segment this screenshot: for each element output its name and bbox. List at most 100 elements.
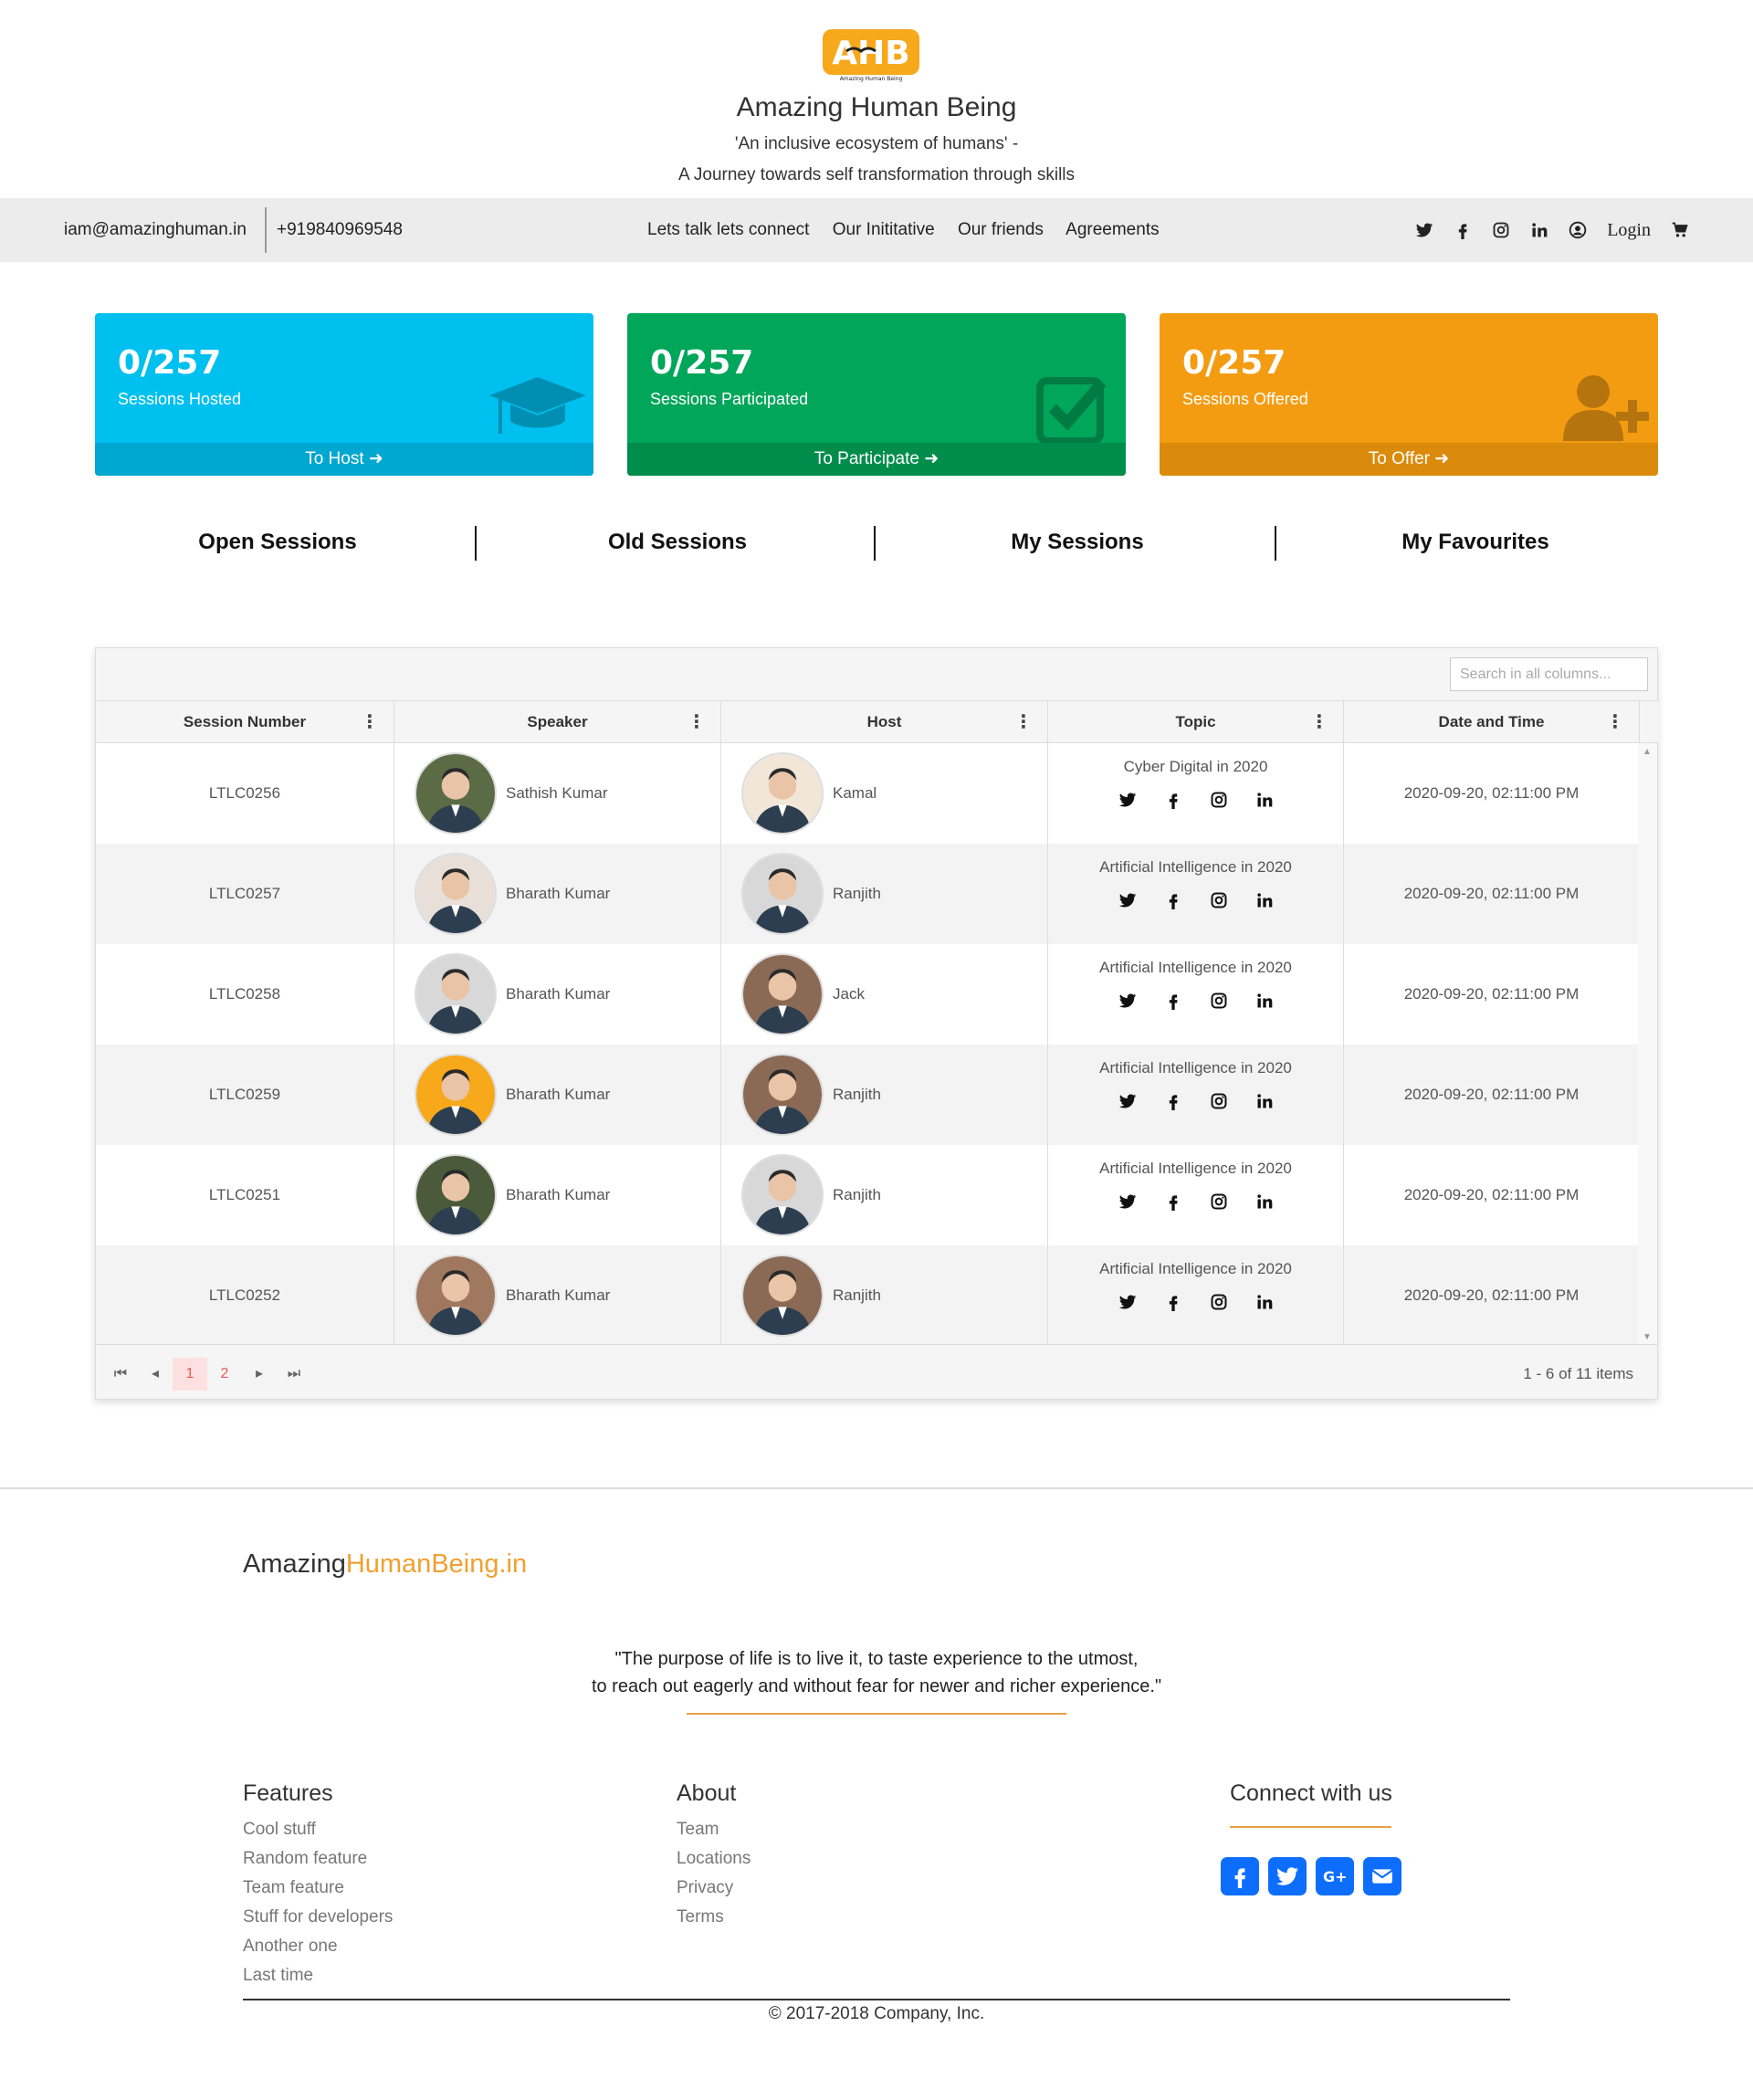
host-name[interactable]: Ranjith xyxy=(833,1286,881,1305)
about-link[interactable]: Terms xyxy=(677,1907,751,1927)
instagram-icon[interactable] xyxy=(1210,1192,1228,1211)
about-link[interactable]: Team xyxy=(677,1820,751,1840)
email-square-icon[interactable] xyxy=(1363,1857,1401,1895)
table-row[interactable]: LTLC0251 Bharath Kumar Ranjith Artificial I… xyxy=(96,1145,1640,1245)
column-menu-icon[interactable]: ⋮ xyxy=(361,701,379,743)
column-header-date-time[interactable]: Date and Time ⋮ xyxy=(1344,701,1640,743)
column-menu-icon[interactable]: ⋮ xyxy=(1310,701,1328,743)
linkedin-icon[interactable] xyxy=(1255,1192,1274,1211)
grid-search-input[interactable] xyxy=(1450,657,1648,691)
twitter-icon[interactable] xyxy=(1118,891,1137,909)
table-row[interactable]: LTLC0259 Bharath Kumar Ranjith Artificial I… xyxy=(96,1045,1640,1145)
scroll-up-icon[interactable]: ▲ xyxy=(1643,747,1652,757)
first-page-icon[interactable]: ⏮ xyxy=(103,1358,138,1391)
column-menu-icon[interactable]: ⋮ xyxy=(1014,701,1033,743)
instagram-icon[interactable] xyxy=(1210,1293,1228,1311)
linkedin-icon[interactable] xyxy=(1530,221,1548,239)
column-header-session-number[interactable]: Session Number ⋮ xyxy=(96,701,394,743)
tab-open-sessions[interactable]: Open Sessions xyxy=(95,530,460,555)
host-name[interactable]: Ranjith xyxy=(833,1186,881,1204)
session-number-cell: LTLC0258 xyxy=(96,944,394,1045)
speaker-name[interactable]: Sathish Kumar xyxy=(506,784,608,803)
column-menu-icon[interactable]: ⋮ xyxy=(688,701,706,743)
to-host-button[interactable]: To Host ➜ xyxy=(95,443,593,476)
login-link[interactable]: Login xyxy=(1607,220,1651,241)
facebook-icon[interactable] xyxy=(1164,1192,1182,1211)
speaker-name[interactable]: Bharath Kumar xyxy=(506,1086,610,1104)
twitter-icon[interactable] xyxy=(1118,1293,1137,1311)
table-row[interactable]: LTLC0252 Bharath Kumar Ranjith Artificial I… xyxy=(96,1245,1640,1346)
host-name[interactable]: Ranjith xyxy=(833,885,881,903)
speaker-name[interactable]: Bharath Kumar xyxy=(506,1186,610,1204)
linkedin-icon[interactable] xyxy=(1255,992,1274,1010)
footer-brand[interactable]: AmazingHumanBeing.in xyxy=(243,1549,527,1580)
instagram-icon[interactable] xyxy=(1210,1092,1228,1110)
prev-page-icon[interactable]: ◂ xyxy=(138,1358,173,1391)
speaker-name[interactable]: Bharath Kumar xyxy=(506,1286,610,1305)
session-tabs: Open Sessions Old Sessions My Sessions M… xyxy=(95,526,1658,562)
next-page-icon[interactable]: ▸ xyxy=(242,1358,277,1391)
nav-link-friends[interactable]: Our friends xyxy=(958,220,1044,239)
page-button-2[interactable]: 2 xyxy=(207,1358,242,1391)
page-button-1[interactable]: 1 xyxy=(173,1358,207,1391)
twitter-icon[interactable] xyxy=(1118,791,1137,809)
tab-old-sessions[interactable]: Old Sessions xyxy=(495,530,860,555)
features-link[interactable]: Stuff for developers xyxy=(243,1907,393,1927)
to-offer-button[interactable]: To Offer ➜ xyxy=(1160,443,1658,476)
nav-link-agreements[interactable]: Agreements xyxy=(1065,220,1159,239)
table-row[interactable]: LTLC0256 Sathish Kumar Kamal Cyber Digital … xyxy=(96,743,1640,844)
tab-my-favourites[interactable]: My Favourites xyxy=(1293,530,1658,555)
host-name[interactable]: Kamal xyxy=(833,784,876,803)
contact-phone[interactable]: +919840969548 xyxy=(277,220,403,240)
linkedin-icon[interactable] xyxy=(1255,891,1274,909)
facebook-icon[interactable] xyxy=(1164,1293,1182,1311)
last-page-icon[interactable]: ⏭ xyxy=(277,1358,311,1391)
features-link[interactable]: Team feature xyxy=(243,1878,393,1898)
features-link[interactable]: Another one xyxy=(243,1937,393,1957)
features-link[interactable]: Last time xyxy=(243,1966,393,1986)
to-participate-button[interactable]: To Participate ➜ xyxy=(627,443,1126,476)
table-row[interactable]: LTLC0258 Bharath Kumar Jack Artificial Inte… xyxy=(96,944,1640,1045)
nav-link-talk[interactable]: Lets talk lets connect xyxy=(647,220,809,239)
facebook-icon[interactable] xyxy=(1164,891,1182,909)
cart-icon[interactable] xyxy=(1671,221,1689,239)
column-header-topic[interactable]: Topic ⋮ xyxy=(1048,701,1344,743)
features-link[interactable]: Random feature xyxy=(243,1849,393,1869)
column-menu-icon[interactable]: ⋮ xyxy=(1606,701,1624,743)
twitter-icon[interactable] xyxy=(1118,1092,1137,1110)
column-header-host[interactable]: Host ⋮ xyxy=(721,701,1048,743)
host-name[interactable]: Ranjith xyxy=(833,1086,881,1104)
about-link[interactable]: Locations xyxy=(677,1849,751,1869)
facebook-icon[interactable] xyxy=(1164,1092,1182,1110)
speaker-name[interactable]: Bharath Kumar xyxy=(506,985,610,1003)
contact-email[interactable]: iam@amazinghuman.in xyxy=(64,220,247,240)
facebook-icon[interactable] xyxy=(1164,791,1182,809)
twitter-icon[interactable] xyxy=(1415,221,1433,239)
facebook-square-icon[interactable] xyxy=(1221,1857,1259,1895)
user-circle-icon[interactable] xyxy=(1569,221,1587,239)
google-plus-square-icon[interactable]: G+ xyxy=(1316,1857,1354,1895)
column-header-speaker[interactable]: Speaker ⋮ xyxy=(394,701,721,743)
ahb-logo[interactable]: AHB Amazing Human Being xyxy=(821,26,921,82)
instagram-icon[interactable] xyxy=(1210,891,1228,909)
instagram-icon[interactable] xyxy=(1492,221,1510,239)
scroll-down-icon[interactable]: ▼ xyxy=(1643,1332,1652,1342)
grid-scrollbar[interactable]: ▲ ▼ xyxy=(1638,743,1657,1346)
instagram-icon[interactable] xyxy=(1210,791,1228,809)
nav-link-initiative[interactable]: Our Inititative xyxy=(833,220,935,239)
facebook-icon[interactable] xyxy=(1454,221,1472,239)
table-row[interactable]: LTLC0257 Bharath Kumar Ranjith Artificial I… xyxy=(96,844,1640,944)
twitter-square-icon[interactable] xyxy=(1268,1857,1307,1895)
features-link[interactable]: Cool stuff xyxy=(243,1820,393,1840)
twitter-icon[interactable] xyxy=(1118,992,1137,1010)
instagram-icon[interactable] xyxy=(1210,992,1228,1010)
linkedin-icon[interactable] xyxy=(1255,791,1274,809)
speaker-name[interactable]: Bharath Kumar xyxy=(506,885,610,903)
host-name[interactable]: Jack xyxy=(833,985,865,1003)
about-link[interactable]: Privacy xyxy=(677,1878,751,1898)
twitter-icon[interactable] xyxy=(1118,1192,1137,1211)
linkedin-icon[interactable] xyxy=(1255,1092,1274,1110)
facebook-icon[interactable] xyxy=(1164,992,1182,1010)
tab-my-sessions[interactable]: My Sessions xyxy=(895,530,1260,555)
linkedin-icon[interactable] xyxy=(1255,1293,1274,1311)
